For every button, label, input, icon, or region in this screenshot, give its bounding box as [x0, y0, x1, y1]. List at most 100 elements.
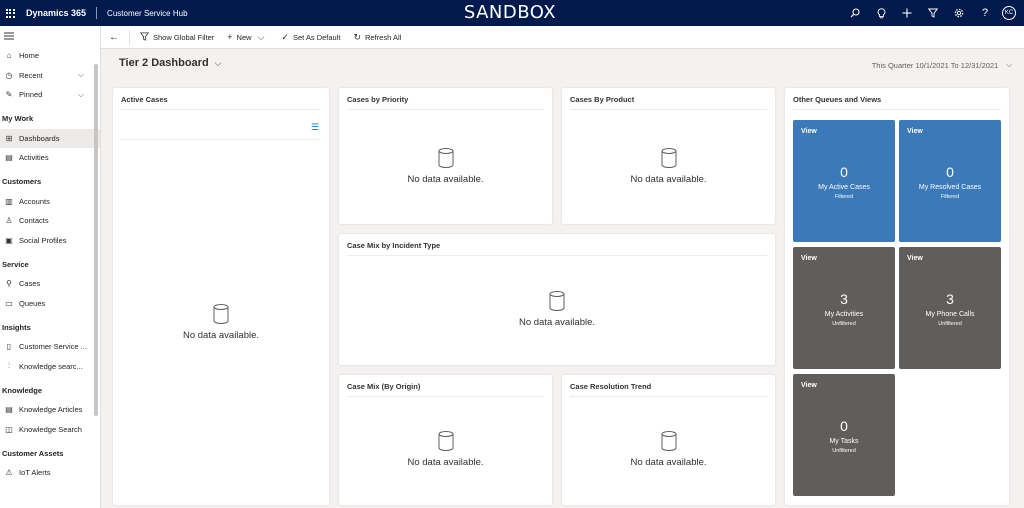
tile-my-tasks[interactable]: View 0 My Tasks Unfiltered: [793, 374, 895, 496]
tile-my-active-cases[interactable]: View 0 My Active Cases Filtered: [793, 120, 895, 242]
view-link[interactable]: View: [801, 382, 817, 389]
gear-icon[interactable]: [946, 0, 972, 26]
sidebar-item-label: Knowledge Articles: [19, 405, 83, 415]
list-view-icon[interactable]: ☰: [311, 122, 319, 133]
sidebar-item-contacts[interactable]: ♙ Contacts: [0, 211, 100, 231]
sidebar-item-label: Contacts: [19, 216, 49, 226]
tile-my-phone-calls[interactable]: View 3 My Phone Calls Unfiltered: [899, 247, 1001, 369]
card-title: Cases by Priority: [347, 95, 409, 104]
alert-icon: ⚠: [5, 468, 13, 478]
sidebar-item-label: Activities: [19, 153, 49, 163]
back-arrow-icon[interactable]: ←: [109, 32, 119, 43]
sidebar-item-knowledge-articles[interactable]: ▤ Knowledge Articles: [0, 400, 100, 420]
sidebar-item-iot-alerts[interactable]: ⚠ IoT Alerts: [0, 463, 100, 483]
sidebar-item-label: Accounts: [19, 196, 50, 206]
sidebar-item-social-profiles[interactable]: ▣ Social Profiles: [0, 231, 100, 251]
sidebar-item-home[interactable]: ⌂ Home: [0, 46, 100, 66]
article-icon: ▤: [5, 405, 13, 415]
pin-icon: ✎: [5, 90, 13, 100]
sidebar-item-queues[interactable]: ▭ Queues: [0, 294, 100, 314]
sidebar-item-cases[interactable]: ⚲ Cases: [0, 274, 100, 294]
brand-name[interactable]: Dynamics 365: [26, 8, 86, 18]
sidebar-item-recent[interactable]: ◷ Recent ⌵: [0, 66, 100, 86]
filter-icon[interactable]: [920, 0, 946, 26]
new-button[interactable]: + New ⌵: [227, 32, 268, 43]
tile-count: 0: [946, 164, 954, 180]
sidebar-item-knowledge-search-insights[interactable]: ⫶ Knowledge searc...: [0, 357, 100, 377]
card-title: Case Mix (By Origin): [347, 382, 421, 391]
tile-my-activities[interactable]: View 3 My Activities Unfiltered: [793, 247, 895, 369]
avatar[interactable]: KC: [1002, 6, 1016, 20]
empty-state: No data available.: [562, 148, 775, 185]
tile-label: My Resolved Cases: [918, 184, 982, 191]
chevron-down-icon[interactable]: ⌵: [78, 70, 84, 80]
sidebar-item-label: Knowledge searc...: [19, 361, 83, 371]
sidebar-item-dashboards[interactable]: ⊞ Dashboards: [0, 128, 100, 148]
database-icon: [549, 291, 565, 311]
cases-by-product-card: Cases By Product No data available.: [562, 88, 775, 224]
sidebar-item-accounts[interactable]: ▥ Accounts: [0, 192, 100, 212]
search-icon[interactable]: [842, 0, 868, 26]
view-link[interactable]: View: [907, 128, 923, 135]
sidebar-item-customer-service-insights[interactable]: ▯ Customer Service ...: [0, 337, 100, 357]
sidebar-scrollbar[interactable]: [94, 64, 98, 416]
no-data-message: No data available.: [518, 317, 596, 328]
hamburger-menu-icon[interactable]: [0, 26, 100, 46]
divider: [347, 109, 544, 110]
page-title: Tier 2 Dashboard: [119, 57, 209, 69]
sidebar-item-label: Cases: [19, 279, 41, 289]
divider: [121, 109, 321, 110]
tile-label: My Tasks: [829, 438, 859, 445]
database-icon: [661, 148, 676, 168]
chevron-down-icon[interactable]: ⌵: [78, 90, 84, 100]
lightbulb-icon[interactable]: [868, 0, 894, 26]
plus-icon[interactable]: [894, 0, 920, 26]
checkmark-icon: ✓: [281, 31, 289, 42]
view-link[interactable]: View: [907, 255, 923, 262]
database-icon: [438, 431, 453, 451]
refresh-all-button[interactable]: ↻ Refresh All: [353, 32, 401, 43]
divider: [570, 109, 767, 110]
card-title: Case Mix by Incident Type: [347, 241, 441, 250]
button-label: Refresh All: [365, 32, 402, 42]
case-resolution-trend-card: Case Resolution Trend No data available.: [562, 375, 775, 505]
app-name[interactable]: Customer Service Hub: [107, 9, 187, 18]
person-icon: ♙: [5, 216, 13, 226]
tile-my-resolved-cases[interactable]: View 0 My Resolved Cases Filtered: [899, 120, 1001, 242]
chevron-down-icon[interactable]: ⌵: [215, 58, 222, 69]
dashboard-selector[interactable]: Tier 2 Dashboard ⌵: [119, 57, 222, 69]
sidebar-item-label: Customer Service ...: [19, 342, 87, 352]
chevron-down-icon[interactable]: ⌵: [258, 32, 265, 43]
tile-filter-status: Unfiltered: [938, 321, 962, 327]
app-launcher-icon[interactable]: [2, 0, 18, 26]
sidebar-item-label: Pinned: [19, 90, 43, 100]
divider: [129, 30, 130, 44]
clock-icon: ◷: [5, 70, 13, 80]
period-label: This Quarter 10/1/2021 To 12/31/2021: [871, 60, 999, 70]
sidebar-item-activities[interactable]: ▤ Activities: [0, 148, 100, 168]
empty-state: No data available.: [562, 431, 775, 468]
top-bar: Dynamics 365 Customer Service Hub SANDBO…: [0, 0, 1024, 26]
chevron-down-icon[interactable]: ⌵: [1006, 60, 1012, 70]
view-link[interactable]: View: [801, 255, 817, 262]
sidebar-item-pinned[interactable]: ✎ Pinned ⌵: [0, 85, 100, 105]
empty-state: No data available.: [113, 304, 329, 341]
filter-icon: [139, 31, 150, 43]
view-link[interactable]: View: [801, 128, 817, 135]
sidebar-item-label: IoT Alerts: [19, 468, 51, 478]
empty-state: No data available.: [339, 431, 552, 468]
set-as-default-button[interactable]: ✓ Set As Default: [281, 32, 340, 43]
card-title: Case Resolution Trend: [570, 382, 652, 391]
card-title: Active Cases: [121, 95, 168, 104]
period-selector[interactable]: This Quarter 10/1/2021 To 12/31/2021 ⌵: [872, 60, 1012, 70]
database-icon: [438, 148, 453, 168]
tile-label: My Active Cases: [818, 184, 870, 191]
help-icon[interactable]: ?: [972, 0, 998, 26]
divider: [121, 139, 321, 140]
sidebar-group-service: Service: [2, 259, 29, 269]
chart-icon: ⫶: [8, 361, 10, 371]
sidebar-item-label: Dashboards: [19, 133, 60, 143]
activities-icon: ▤: [5, 153, 13, 163]
show-global-filter-button[interactable]: Show Global Filter: [139, 31, 214, 43]
sidebar-item-knowledge-search[interactable]: ◫ Knowledge Search: [0, 420, 100, 440]
